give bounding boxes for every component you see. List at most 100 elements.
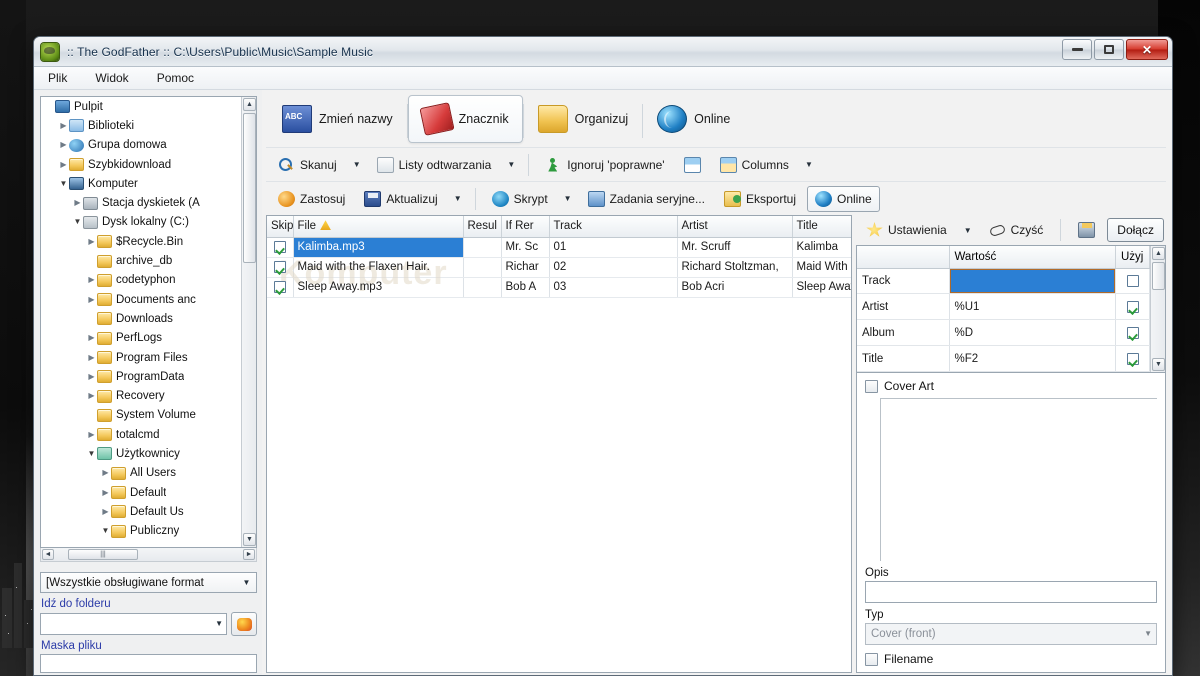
toolbar-button-online[interactable]: Online xyxy=(807,185,880,212)
scroll-down-arrow[interactable]: ▼ xyxy=(1152,358,1165,371)
goto-folder-input[interactable]: ▼ xyxy=(40,613,227,635)
close-button[interactable]: ✕ xyxy=(1126,39,1168,60)
tree-node[interactable]: ▶ Program Files xyxy=(41,348,256,367)
restore-button[interactable] xyxy=(1094,39,1124,60)
chevron-down-icon[interactable]: ▼ xyxy=(449,194,467,203)
tag-field-value[interactable]: %U1 xyxy=(949,293,1116,321)
toolbar-button-ignoruj-poprawne[interactable]: Ignoruj 'poprawne' xyxy=(537,152,672,178)
tree-node[interactable]: ▼ Użytkownicy xyxy=(41,444,256,463)
toolbar-button-zastosuj[interactable]: Zastosuj xyxy=(270,186,353,212)
chevron-right-icon[interactable]: ▶ xyxy=(86,353,97,362)
clear-button[interactable]: Czyść xyxy=(981,217,1052,243)
chevron-right-icon[interactable]: ▶ xyxy=(58,121,69,130)
table-row[interactable]: Kalimba.mp3 Mr. Sc 01 Mr. Scruff Kalimba xyxy=(267,237,851,258)
cover-art-preview[interactable] xyxy=(880,398,1157,561)
skip-checkbox-cell[interactable] xyxy=(267,237,294,258)
tag-field-value[interactable]: %F2 xyxy=(949,345,1116,372)
chevron-down-icon[interactable]: ▼ xyxy=(502,160,520,169)
tree-hscroll-thumb[interactable]: ||| xyxy=(68,549,138,560)
column-header-artist[interactable]: Artist xyxy=(677,216,793,238)
column-header-resul[interactable]: Resul xyxy=(463,216,502,238)
tab-online[interactable]: Online xyxy=(643,95,744,143)
scroll-right-arrow[interactable]: ► xyxy=(243,549,255,560)
menu-item-widok[interactable]: Widok xyxy=(91,69,132,87)
tag-use-cell[interactable] xyxy=(1115,268,1150,295)
use-checkbox[interactable] xyxy=(1126,300,1139,313)
tag-table-scrollbar[interactable]: ▲ ▼ xyxy=(1150,246,1165,372)
chevron-down-icon[interactable]: ▼ xyxy=(348,160,366,169)
tree-node[interactable]: ▶ Default Us xyxy=(41,502,256,521)
tree-node[interactable]: ▶ Grupa domowa xyxy=(41,136,256,155)
tree-node[interactable]: ▶ Recovery xyxy=(41,386,256,405)
folder-tree[interactable]: Pulpit ▶ Biblioteki ▶ Grupa domowa ▶ Szybkidow… xyxy=(40,96,257,548)
tab-znacznik[interactable]: Znacznik xyxy=(407,95,523,143)
goto-folder-label[interactable]: Idź do folderu xyxy=(41,598,257,610)
chevron-down-icon[interactable]: ▼ xyxy=(959,226,977,235)
tree-node[interactable]: Downloads xyxy=(41,309,256,328)
toolbar-button-aktualizuj[interactable]: Aktualizuj xyxy=(356,186,445,212)
tree-node[interactable]: ▶ Biblioteki xyxy=(41,116,256,135)
browse-folder-button[interactable] xyxy=(231,612,257,636)
chevron-right-icon[interactable]: ▶ xyxy=(86,430,97,439)
toolbar-button-skanuj[interactable]: Skanuj xyxy=(270,152,345,178)
chevron-down-icon[interactable]: ▼ xyxy=(559,194,577,203)
attach-button[interactable]: Dołącz xyxy=(1107,218,1164,242)
typ-select[interactable]: Cover (front) ▼ xyxy=(865,623,1157,645)
column-header-track[interactable]: Track xyxy=(549,216,678,238)
tree-node[interactable]: ▶ Stacja dyskietek (A xyxy=(41,193,256,212)
tag-use-cell[interactable] xyxy=(1115,293,1150,321)
tag-row[interactable]: Album %D xyxy=(857,319,1150,347)
column-header-title[interactable]: Title xyxy=(792,216,851,238)
chevron-down-icon[interactable]: ▼ xyxy=(58,179,69,188)
menu-item-plik[interactable]: Plik xyxy=(44,69,71,87)
format-filter-combo[interactable]: [Wszystkie obsługiwane format ▼ xyxy=(40,572,257,593)
tree-node[interactable]: ▶ $Recycle.Bin xyxy=(41,232,256,251)
tag-fields-table[interactable]: Wartość Użyj Track Artist %U1 Album %D Title %F… xyxy=(856,245,1166,373)
skip-checkbox[interactable] xyxy=(273,240,286,253)
settings-button[interactable]: Ustawienia xyxy=(858,217,955,243)
tree-node[interactable]: ▶ totalcmd xyxy=(41,425,256,444)
chevron-right-icon[interactable]: ▶ xyxy=(86,392,97,400)
column-header-if-rer[interactable]: If Rer xyxy=(501,216,550,238)
tree-horizontal-scrollbar[interactable]: ◄ ||| ► xyxy=(40,548,257,562)
column-header-skip[interactable]: Skip xyxy=(267,216,294,238)
chevron-right-icon[interactable]: ▶ xyxy=(86,334,97,342)
chevron-right-icon[interactable]: ▶ xyxy=(58,141,69,149)
scroll-left-arrow[interactable]: ◄ xyxy=(42,549,54,560)
cover-art-checkbox-row[interactable]: Cover Art xyxy=(865,379,1157,393)
tree-node[interactable]: ▶ Default xyxy=(41,483,256,502)
tag-field-value[interactable] xyxy=(949,268,1116,295)
tree-node[interactable]: archive_db xyxy=(41,251,256,270)
tree-node[interactable]: ▶ Documents anc xyxy=(41,290,256,309)
tree-node[interactable]: ▼ Publiczny xyxy=(41,522,256,541)
use-checkbox[interactable] xyxy=(1126,326,1139,339)
tag-row[interactable]: Title %F2 xyxy=(857,345,1150,372)
tree-node[interactable]: ▶ All Users xyxy=(41,464,256,483)
chevron-down-icon[interactable]: ▼ xyxy=(72,218,83,226)
filename-checkbox-row[interactable]: Filename xyxy=(865,652,1157,666)
file-mask-input[interactable] xyxy=(40,654,257,673)
table-row[interactable]: Maid with the Flaxen Hair. Richar 02 Richar… xyxy=(267,257,851,278)
toolbar-button-eksportuj[interactable]: Eksportuj xyxy=(716,186,804,212)
tree-node[interactable]: ▼ Dysk lokalny (C:) xyxy=(41,213,256,232)
skip-checkbox-cell[interactable] xyxy=(267,277,294,298)
tree-node[interactable]: ▶ PerfLogs xyxy=(41,329,256,348)
chevron-right-icon[interactable]: ▶ xyxy=(86,295,97,304)
opis-input[interactable] xyxy=(865,581,1157,603)
tag-row[interactable]: Artist %U1 xyxy=(857,293,1150,321)
chevron-down-icon[interactable]: ▼ xyxy=(100,527,111,535)
print-button[interactable] xyxy=(1070,217,1103,243)
tree-node[interactable]: ▶ ProgramData xyxy=(41,367,256,386)
toolbar-button-window-blue[interactable] xyxy=(676,152,709,178)
chevron-right-icon[interactable]: ▶ xyxy=(58,160,69,169)
cover-art-checkbox[interactable] xyxy=(865,379,878,393)
chevron-right-icon[interactable]: ▶ xyxy=(86,276,97,284)
tag-scroll-thumb[interactable] xyxy=(1152,262,1165,290)
chevron-right-icon[interactable]: ▶ xyxy=(72,199,83,207)
tree-vertical-scrollbar[interactable]: ▲ ▼ xyxy=(241,97,256,547)
scroll-up-arrow[interactable]: ▲ xyxy=(243,98,256,111)
skip-checkbox[interactable] xyxy=(273,280,286,293)
toolbar-button-skrypt[interactable]: Skrypt xyxy=(484,186,556,212)
toolbar-button-listy-odtwarzania[interactable]: Listy odtwarzania xyxy=(369,152,500,178)
chevron-right-icon[interactable]: ▶ xyxy=(86,372,97,381)
